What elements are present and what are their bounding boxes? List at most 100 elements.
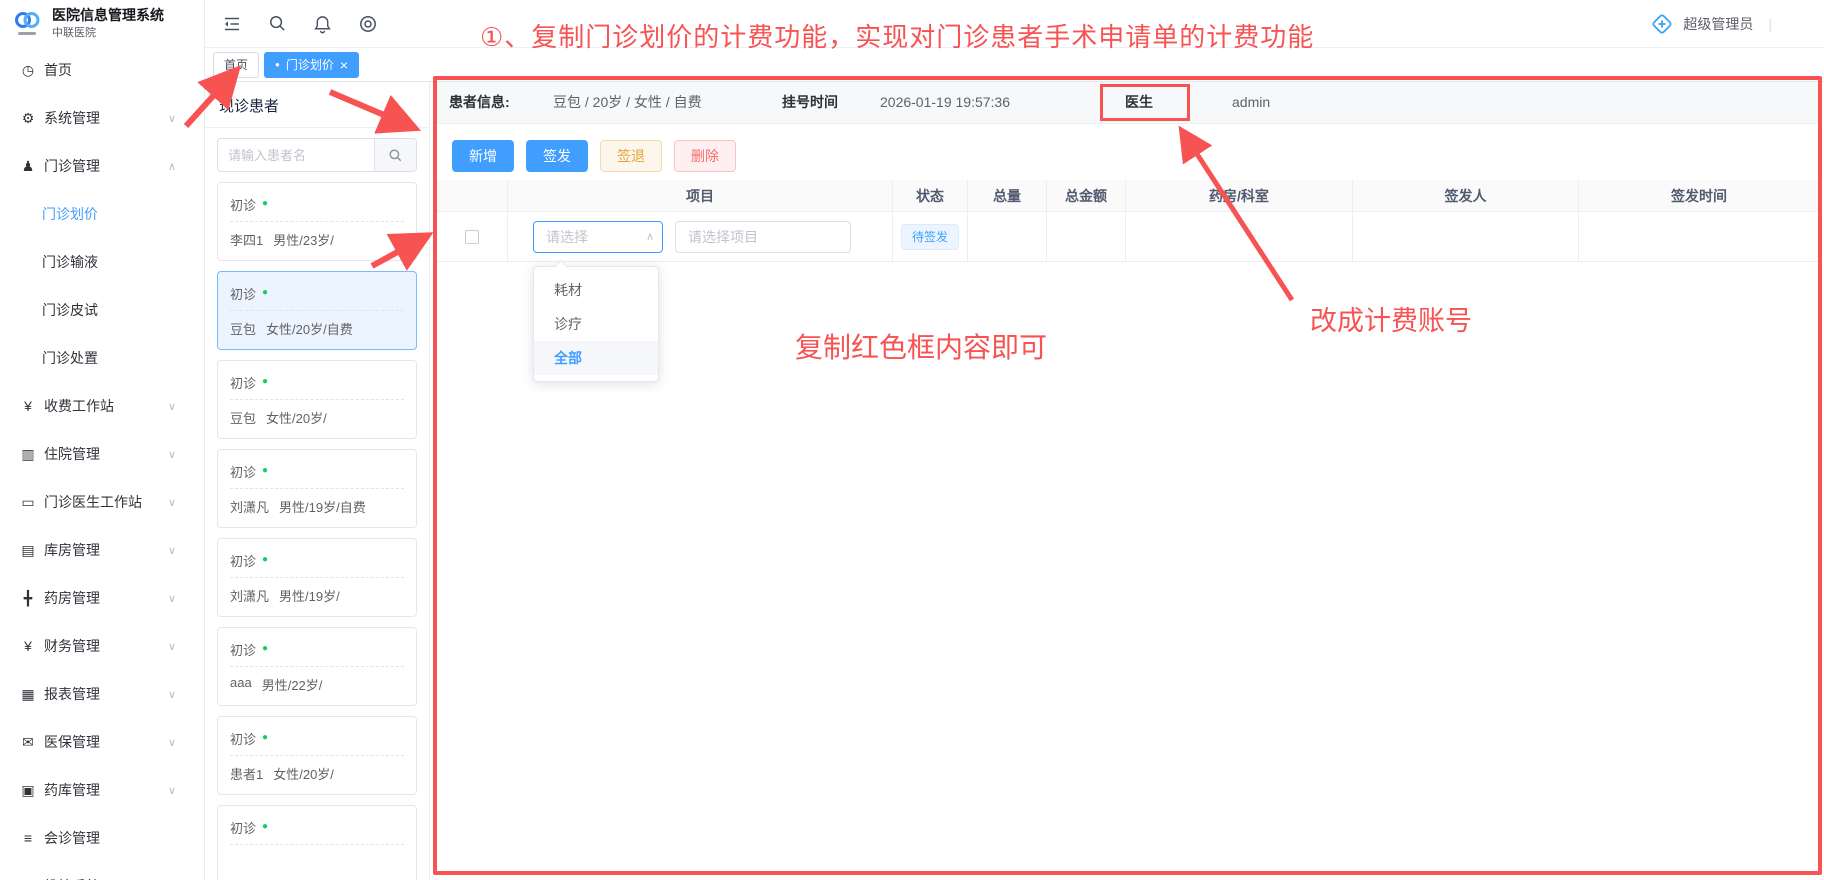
sidebar-item-warehouse-management[interactable]: ▤ 库房管理 ∨: [0, 526, 204, 574]
sidebar-item-inpatient-management[interactable]: ▥ 住院管理 ∨: [0, 430, 204, 478]
patient-card[interactable]: 初诊 ●: [217, 805, 417, 880]
visit-type-label: 初诊: [230, 284, 256, 303]
sidebar: 医院信息管理系统 中联医院 ◷ 首页 ⚙ 系统管理 ∨ ♟ 门诊管理 ∧ 门诊划…: [0, 0, 205, 880]
header-item: 项目: [508, 180, 893, 211]
tab-outpatient-pricing[interactable]: ● 门诊划价 ×: [264, 52, 359, 78]
status-dot-icon: ●: [262, 199, 268, 209]
item-type-select[interactable]: 请选择 ∧: [533, 221, 663, 253]
user-area[interactable]: 超级管理员 |: [1650, 12, 1772, 36]
dropdown-option-all[interactable]: 全部: [534, 341, 658, 375]
patient-card[interactable]: 初诊 ● 豆包 女性/20岁/: [217, 360, 417, 439]
card-divider: [230, 488, 404, 489]
drugstore-icon: ▣: [20, 782, 36, 799]
card-divider: [230, 844, 404, 845]
chevron-up-icon: ∧: [646, 230, 654, 243]
search-icon: [388, 148, 403, 163]
sign-issue-button[interactable]: 签发: [526, 140, 588, 172]
sidebar-subitem-outpatient-pricing[interactable]: 门诊划价: [0, 190, 204, 238]
add-button[interactable]: 新增: [452, 140, 514, 172]
chevron-down-icon: ∨: [168, 784, 176, 797]
search-icon[interactable]: [268, 14, 287, 33]
sidebar-subitem-outpatient-infusion[interactable]: 门诊输液: [0, 238, 204, 286]
settings-circle-icon[interactable]: [358, 14, 378, 34]
delete-button[interactable]: 删除: [674, 140, 736, 172]
finance-icon: ¥: [20, 638, 36, 654]
user-role-icon: [1650, 12, 1674, 36]
header-checkbox-col: [437, 180, 508, 211]
fee-icon: ¥: [20, 398, 36, 414]
card-divider: [230, 221, 404, 222]
sidebar-item-fee-workstation[interactable]: ¥ 收费工作站 ∨: [0, 382, 204, 430]
tab-close-icon[interactable]: ×: [340, 58, 348, 72]
bell-icon[interactable]: [313, 14, 332, 34]
patient-panel: 现诊患者 初诊 ● 李四1 男性/23岁/ 初诊: [205, 82, 430, 880]
patient-name: 刘潇凡: [230, 497, 269, 515]
sidebar-item-maintain-system[interactable]: ▭ 维护系统: [0, 862, 204, 880]
status-badge: 待签发: [901, 224, 959, 250]
annotation-note-center: 复制红色框内容即可: [795, 326, 1047, 366]
logo: 医院信息管理系统 中联医院: [0, 0, 204, 46]
sidebar-item-home[interactable]: ◷ 首页: [0, 46, 204, 94]
users-icon: ♟: [20, 158, 36, 175]
patient-card[interactable]: 初诊 ● 刘潇凡 男性/19岁/: [217, 538, 417, 617]
cell-pharmacy-dept: [1126, 212, 1353, 261]
status-dot-icon: ●: [262, 644, 268, 654]
consult-icon: ≡: [20, 830, 36, 846]
dropdown-option-treatment[interactable]: 诊疗: [534, 307, 658, 341]
hospital-logo-icon: [10, 10, 44, 37]
item-search-input[interactable]: [675, 221, 851, 253]
pharmacy-icon: ╋: [20, 590, 36, 607]
menu-fold-icon[interactable]: [222, 14, 242, 34]
patient-search-group: [217, 138, 417, 172]
select-placeholder: 请选择: [546, 227, 588, 247]
billing-table: 项目 状态 总量 总金额 药房/科室 签发人 签发时间 请选择 ∧ 待签发: [437, 180, 1819, 262]
visit-type-label: 初诊: [230, 818, 256, 837]
chevron-down-icon: ∨: [168, 592, 176, 605]
gear-icon: ⚙: [20, 110, 36, 127]
doctor-value: admin: [1232, 94, 1270, 110]
patient-search-button[interactable]: [374, 139, 416, 171]
topbar: 超级管理员 |: [205, 0, 1824, 48]
patient-card[interactable]: 初诊 ● aaa 男性/22岁/: [217, 627, 417, 706]
status-dot-icon: ●: [262, 377, 268, 387]
dropdown-option-consumables[interactable]: 耗材: [534, 273, 658, 307]
visit-type-label: 初诊: [230, 729, 256, 748]
patient-meta: 男性/22岁/: [262, 675, 323, 693]
sidebar-item-outpatient-doctor-workstation[interactable]: ▭ 门诊医生工作站 ∨: [0, 478, 204, 526]
patient-name: 刘潇凡: [230, 586, 269, 604]
annotation-note-right: 改成计费账号: [1310, 299, 1472, 338]
sidebar-subitem-outpatient-disposal[interactable]: 门诊处置: [0, 334, 204, 382]
chevron-down-icon: ∨: [168, 736, 176, 749]
patient-info-bar: 患者信息: 豆包 / 20岁 / 女性 / 自费 挂号时间 2026-01-19…: [437, 80, 1819, 124]
sidebar-subitem-outpatient-skin-test[interactable]: 门诊皮试: [0, 286, 204, 334]
sidebar-item-report-management[interactable]: ▦ 报表管理 ∨: [0, 670, 204, 718]
tab-home[interactable]: 首页: [213, 52, 259, 78]
chevron-down-icon: ∨: [168, 688, 176, 701]
sidebar-item-insurance-management[interactable]: ✉ 医保管理 ∨: [0, 718, 204, 766]
header-pharmacy-dept: 药房/科室: [1126, 180, 1353, 211]
card-divider: [230, 666, 404, 667]
patient-card[interactable]: 初诊 ● 李四1 男性/23岁/: [217, 182, 417, 261]
sidebar-item-consultation-management[interactable]: ≡ 会诊管理: [0, 814, 204, 862]
cell-issue-time: [1579, 212, 1819, 261]
patient-list: 初诊 ● 李四1 男性/23岁/ 初诊 ● 豆包 女性/20岁/自费: [205, 182, 429, 880]
dashboard-icon: ◷: [20, 62, 36, 79]
sidebar-item-pharmacy-management[interactable]: ╋ 药房管理 ∨: [0, 574, 204, 622]
patient-panel-title: 现诊患者: [205, 82, 429, 128]
sign-out-button[interactable]: 签退: [600, 140, 662, 172]
patient-card[interactable]: 初诊 ● 刘潇凡 男性/19岁/自费: [217, 449, 417, 528]
status-dot-icon: ●: [262, 466, 268, 476]
sidebar-item-finance-management[interactable]: ¥ 财务管理 ∨: [0, 622, 204, 670]
sidebar-item-drugstore-management[interactable]: ▣ 药库管理 ∨: [0, 766, 204, 814]
user-role-label: 超级管理员: [1683, 14, 1753, 34]
status-dot-icon: ●: [262, 733, 268, 743]
sidebar-item-outpatient-management[interactable]: ♟ 门诊管理 ∧: [0, 142, 204, 190]
patient-search-input[interactable]: [218, 139, 374, 171]
hospital-management-app: 医院信息管理系统 中联医院 ◷ 首页 ⚙ 系统管理 ∨ ♟ 门诊管理 ∧ 门诊划…: [0, 0, 1824, 880]
patient-meta: 男性/19岁/自费: [279, 497, 366, 515]
patient-card-selected[interactable]: 初诊 ● 豆包 女性/20岁/自费: [217, 271, 417, 350]
row-checkbox[interactable]: [465, 230, 479, 244]
patient-info-value: 豆包 / 20岁 / 女性 / 自费: [553, 92, 702, 112]
sidebar-item-system-management[interactable]: ⚙ 系统管理 ∨: [0, 94, 204, 142]
patient-card[interactable]: 初诊 ● 患者1 女性/20岁/: [217, 716, 417, 795]
